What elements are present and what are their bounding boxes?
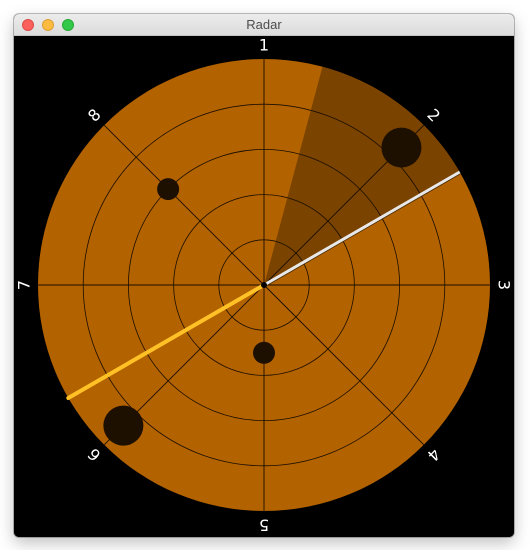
radar-center: [261, 282, 267, 288]
target-northwest: [157, 178, 180, 201]
target-south: [253, 341, 275, 364]
radar-display: 12345678: [14, 36, 514, 537]
bearing-label: 3: [495, 280, 514, 290]
radar-window: Radar 12345678: [14, 14, 514, 537]
target-northeast: [381, 127, 422, 168]
title-bar[interactable]: Radar: [14, 14, 514, 36]
bearing-label: 1: [259, 36, 269, 55]
window-title: Radar: [246, 17, 282, 32]
radar-canvas: 12345678: [14, 36, 514, 537]
bearing-label: 5: [259, 516, 269, 535]
target-southwest: [103, 405, 144, 446]
bearing-label: 7: [15, 280, 34, 290]
